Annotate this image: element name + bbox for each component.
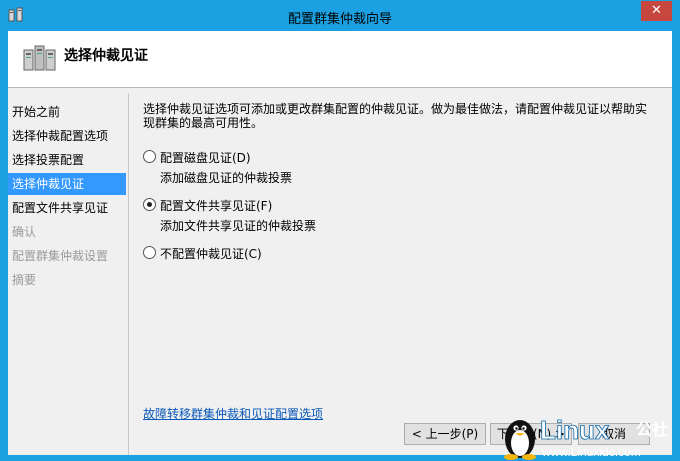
step-vote-config: 选择投票配置 xyxy=(12,153,85,167)
step-confirm: 确认 xyxy=(12,225,37,239)
description-text: 选择仲裁见证选项可添加或更改群集配置的仲裁见证。做为最佳做法，请配置仲裁见证以帮… xyxy=(143,102,648,130)
watermark: Linux 公社 www.Linuxidc.com xyxy=(504,415,668,460)
radio-no-witness[interactable] xyxy=(143,246,156,259)
option-no-witness-label[interactable]: 不配置仲裁见证(C) xyxy=(160,245,262,262)
option-disk-witness-label[interactable]: 配置磁盘见证(D) xyxy=(160,149,251,166)
wizard-header: 选择仲裁见证 xyxy=(8,31,672,88)
wizard-content: 选择仲裁见证选项可添加或更改群集配置的仲裁见证。做为最佳做法，请配置仲裁见证以帮… xyxy=(129,93,672,455)
page-title: 选择仲裁见证 xyxy=(64,48,148,64)
wizard-client-area: 选择仲裁见证 开始之前 选择仲裁配置选项 选择投票配置 选择仲裁见证 配置文件共… xyxy=(8,31,672,455)
step-quorum-witness: 选择仲裁见证 xyxy=(8,173,126,195)
option-disk-witness-desc: 添加磁盘见证的仲裁投票 xyxy=(160,171,293,185)
step-summary: 摘要 xyxy=(12,273,37,287)
step-file-share-witness: 配置文件共享见证 xyxy=(12,201,109,215)
close-button[interactable]: ✕ xyxy=(641,1,672,21)
prev-button[interactable]: < 上一步(P) xyxy=(404,423,486,445)
step-configure-quorum: 配置群集仲裁设置 xyxy=(12,249,109,263)
watermark-url: www.Linuxidc.com xyxy=(541,445,641,459)
title-bar[interactable]: 配置群集仲裁向导 ✕ xyxy=(0,0,680,31)
radio-file-share-witness[interactable] xyxy=(143,198,156,211)
step-before-you-begin: 开始之前 xyxy=(12,105,61,119)
option-file-share-witness-label[interactable]: 配置文件共享见证(F) xyxy=(160,197,272,214)
radio-disk-witness[interactable] xyxy=(143,150,156,163)
close-icon: ✕ xyxy=(651,3,662,18)
watermark-brand-suffix: 公社 xyxy=(636,420,668,439)
help-link[interactable]: 故障转移群集仲裁和见证配置选项 xyxy=(143,405,323,422)
window-title: 配置群集仲裁向导 xyxy=(287,12,392,27)
wizard-steps: 开始之前 选择仲裁配置选项 选择投票配置 选择仲裁见证 配置文件共享见证 确认 … xyxy=(8,93,129,455)
step-quorum-options: 选择仲裁配置选项 xyxy=(12,129,109,143)
tux-penguin-icon xyxy=(504,420,536,460)
cluster-quorum-icon xyxy=(23,45,56,71)
option-file-share-witness-desc: 添加文件共享见证的仲裁投票 xyxy=(160,219,317,233)
watermark-brand: Linux xyxy=(540,415,610,445)
